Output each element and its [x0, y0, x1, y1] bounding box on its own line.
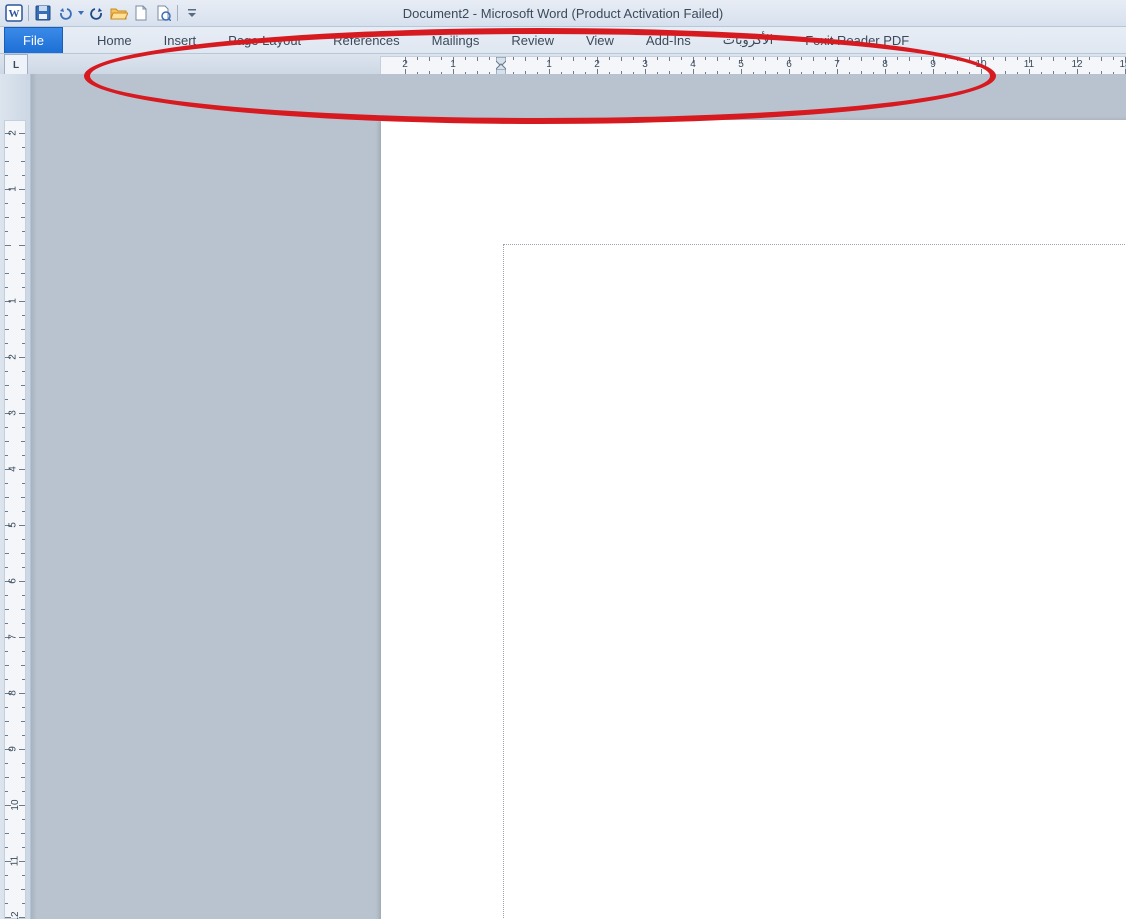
- save-icon[interactable]: [33, 3, 53, 23]
- ruler-number: 6: [7, 578, 18, 584]
- tab-view[interactable]: View: [570, 27, 630, 53]
- tab-references[interactable]: References: [317, 27, 415, 53]
- ruler-number: 3: [7, 410, 18, 416]
- tab-acrobat[interactable]: الأكروبات: [707, 27, 789, 53]
- new-doc-icon[interactable]: [131, 3, 151, 23]
- ruler-number: 9: [930, 59, 936, 70]
- tab-insert[interactable]: Insert: [148, 27, 213, 53]
- separator: [177, 5, 178, 21]
- ruler-number: 4: [690, 59, 696, 70]
- ruler-number: 10: [975, 59, 986, 70]
- ruler-number: 1: [450, 59, 456, 70]
- page-margin-guide: [503, 244, 1126, 919]
- ruler-number: 11: [10, 856, 21, 866]
- tab-mailings[interactable]: Mailings: [416, 27, 496, 53]
- horizontal-ruler[interactable]: 2112345678910111213: [380, 56, 1126, 76]
- ruler-number: 13: [1119, 59, 1126, 70]
- document-area[interactable]: [31, 74, 1126, 919]
- ruler-number: 9: [7, 746, 18, 752]
- tab-page-layout[interactable]: Page Layout: [212, 27, 317, 53]
- print-preview-icon[interactable]: [153, 3, 173, 23]
- ruler-number: 7: [834, 59, 840, 70]
- word-app-icon[interactable]: W: [4, 3, 24, 23]
- tab-selector[interactable]: L: [4, 54, 28, 76]
- ruler-number: 1: [546, 59, 552, 70]
- vertical-ruler[interactable]: 211234567891011121314: [4, 120, 26, 919]
- ruler-number: 2: [7, 130, 18, 136]
- undo-icon[interactable]: [55, 3, 75, 23]
- ruler-number: 2: [7, 354, 18, 360]
- ruler-number: 2: [402, 59, 408, 70]
- ruler-number: 11: [1024, 59, 1034, 70]
- tab-foxit[interactable]: Foxit Reader PDF: [789, 27, 925, 53]
- ruler-number: 1: [7, 298, 18, 304]
- ruler-number: 6: [786, 59, 792, 70]
- customize-qat-icon[interactable]: [182, 3, 202, 23]
- ruler-number: 7: [7, 634, 18, 640]
- title-bar: W: [0, 0, 1126, 27]
- ribbon-tabs: File Home Insert Page Layout References …: [0, 27, 1126, 54]
- tab-home[interactable]: Home: [81, 27, 148, 53]
- ruler-number: 4: [7, 466, 18, 472]
- separator: [28, 5, 29, 21]
- workspace: 211234567891011121314: [0, 74, 1126, 919]
- ruler-number: 8: [882, 59, 888, 70]
- ruler-number: 5: [738, 59, 744, 70]
- ruler-number: 12: [1071, 59, 1082, 70]
- tab-review[interactable]: Review: [495, 27, 570, 53]
- undo-dropdown-icon[interactable]: [77, 5, 85, 21]
- ruler-number: 2: [594, 59, 600, 70]
- vertical-ruler-column: 211234567891011121314: [0, 74, 31, 919]
- open-folder-icon[interactable]: [109, 3, 129, 23]
- tab-add-ins[interactable]: Add-Ins: [630, 27, 707, 53]
- ruler-number: 1: [7, 186, 18, 192]
- redo-icon[interactable]: [87, 3, 107, 23]
- svg-text:W: W: [9, 8, 20, 20]
- document-page[interactable]: [381, 120, 1126, 919]
- ruler-number: 12: [10, 911, 21, 919]
- ruler-number: 10: [10, 799, 21, 810]
- quick-access-toolbar: W: [4, 3, 202, 23]
- app-root: W: [0, 0, 1126, 919]
- tab-file[interactable]: File: [4, 27, 63, 53]
- ruler-number: 8: [7, 690, 18, 696]
- ruler-number: 5: [7, 522, 18, 528]
- ruler-number: 3: [642, 59, 648, 70]
